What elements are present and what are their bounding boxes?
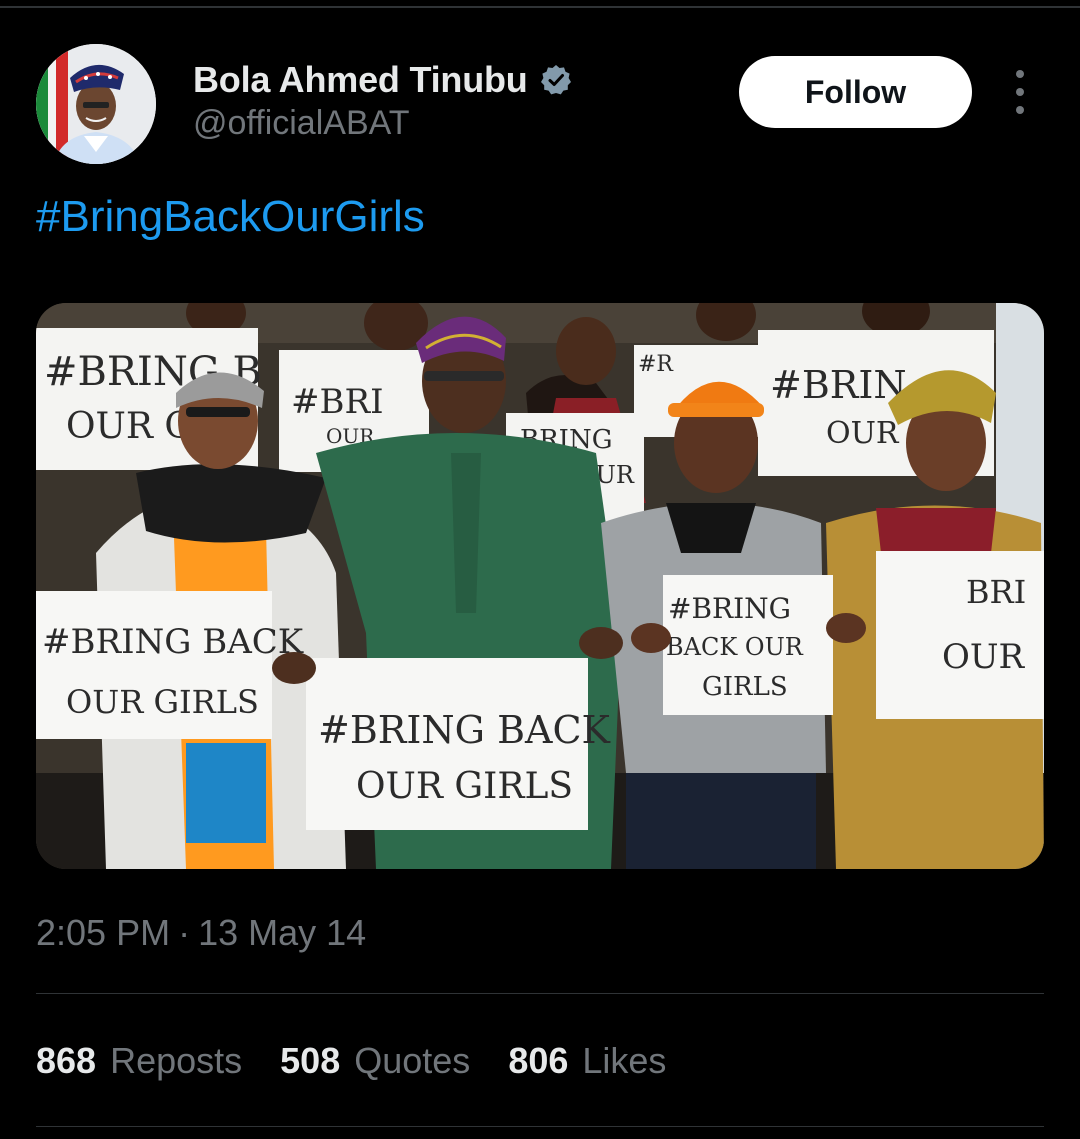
svg-text:#BRIN: #BRIN	[770, 363, 907, 407]
reposts-stat[interactable]: 868 Reposts	[36, 1040, 242, 1082]
svg-text:#BRING: #BRING	[668, 592, 791, 625]
verified-badge-icon	[540, 64, 572, 96]
author-name-row: Bola Ahmed Tinubu	[193, 58, 572, 102]
timestamp-separator: ·	[178, 912, 191, 953]
front-sign-right: BRI OUR	[876, 551, 1044, 719]
author-handle[interactable]: @officialABAT	[193, 104, 410, 143]
avatar[interactable]	[36, 44, 156, 164]
reposts-label: Reposts	[110, 1040, 243, 1081]
quotes-stat[interactable]: 508 Quotes	[280, 1040, 470, 1082]
svg-text:OUR G: OUR G	[66, 406, 193, 447]
svg-text:OUR GIRLS: OUR GIRLS	[356, 766, 573, 807]
svg-text:#BRI: #BRI	[291, 382, 384, 422]
likes-label: Likes	[582, 1040, 667, 1081]
svg-text:OUR GIRLS: OUR GIRLS	[66, 683, 259, 721]
front-sign-center: #BRING BACK OUR GIRLS	[306, 658, 611, 830]
svg-text:BRI: BRI	[966, 573, 1026, 611]
engagement-stats: 868 Reposts 508 Quotes 806 Likes	[36, 1040, 704, 1082]
more-options-icon[interactable]	[1000, 70, 1040, 114]
tweet-time: 2:05 PM	[36, 912, 171, 953]
reposts-count: 868	[36, 1040, 97, 1081]
svg-text:OUR: OUR	[826, 416, 900, 451]
svg-text:GIRLS: GIRLS	[702, 672, 788, 702]
svg-text:BACK OUR: BACK OUR	[666, 633, 804, 661]
protest-photo-illustration: #BRING B OUR G #BRI OUR #R #BRIN OUR BRI…	[36, 303, 1044, 869]
avatar-portrait-icon	[36, 44, 156, 164]
stats-bottom-divider	[36, 1126, 1044, 1127]
tweet-date: 13 May 14	[198, 912, 367, 953]
svg-text:#BRING BACK: #BRING BACK	[42, 622, 304, 662]
likes-stat[interactable]: 806 Likes	[508, 1040, 666, 1082]
svg-text:#R: #R	[638, 352, 674, 377]
follow-button[interactable]: Follow	[739, 56, 972, 128]
quotes-label: Quotes	[354, 1040, 471, 1081]
svg-text:OUR: OUR	[942, 637, 1026, 677]
svg-text:#BRING BACK: #BRING BACK	[318, 708, 611, 752]
front-sign-right-center: #BRING BACK OUR GIRLS	[663, 575, 833, 715]
display-name[interactable]: Bola Ahmed Tinubu	[193, 59, 528, 101]
tweet-timestamp[interactable]: 2:05 PM · 13 May 14	[36, 912, 366, 954]
quotes-count: 508	[280, 1040, 341, 1081]
stats-top-divider	[36, 993, 1044, 994]
likes-count: 806	[508, 1040, 569, 1081]
front-sign-left: #BRING BACK OUR GIRLS	[36, 591, 304, 739]
top-divider	[0, 6, 1080, 8]
tweet-hashtag-link[interactable]: #BringBackOurGirls	[36, 192, 425, 242]
tweet-photo[interactable]: #BRING B OUR G #BRI OUR #R #BRIN OUR BRI…	[36, 303, 1044, 869]
